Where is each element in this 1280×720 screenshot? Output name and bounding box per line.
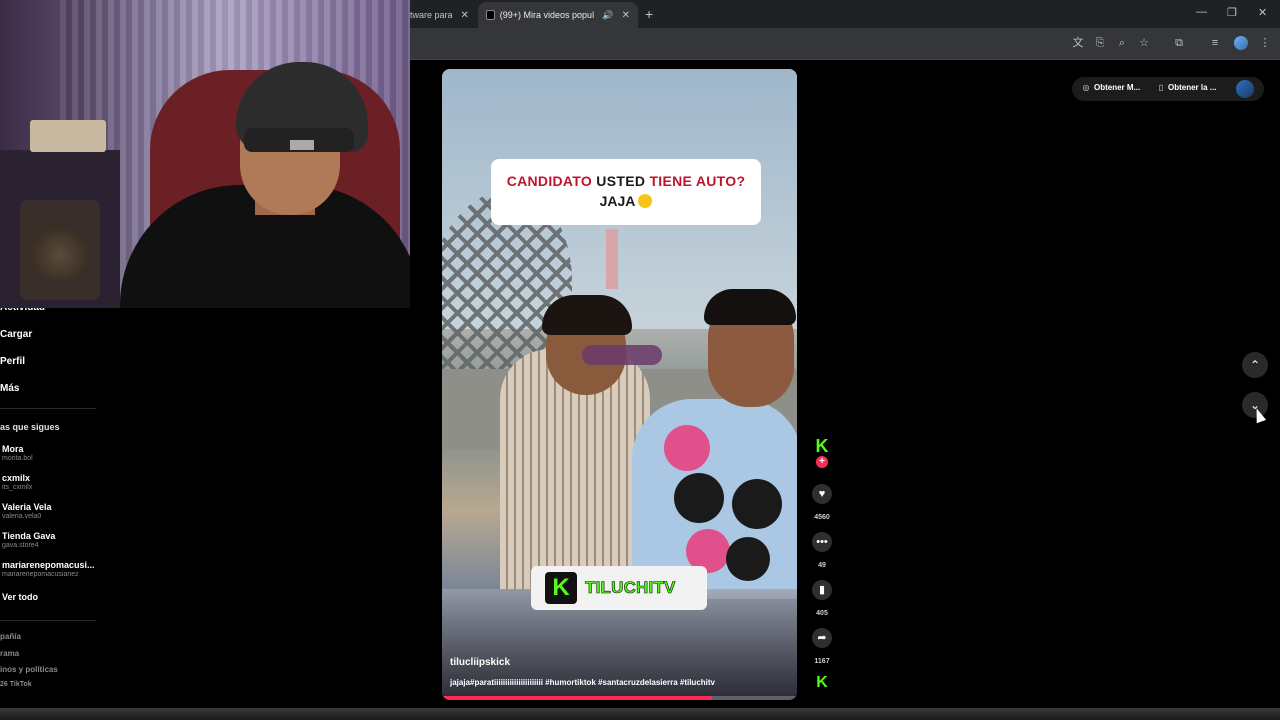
following-account[interactable]: Valeria Vela valeria.vela0	[2, 502, 52, 520]
video-player[interactable]: CANDIDATO USTED TIENE AUTO? JAJA K TILUC…	[442, 69, 797, 700]
maximize-button[interactable]: ❐	[1227, 6, 1237, 19]
heart-icon[interactable]: ♥	[812, 484, 832, 504]
get-coins-button[interactable]: Obtener M...	[1094, 83, 1140, 92]
divider	[0, 408, 96, 409]
footer-link[interactable]: inos y políticas	[0, 665, 58, 674]
webcam-overlay	[0, 0, 410, 308]
flower-garland	[726, 537, 770, 581]
caption-word: TIENE AUTO?	[649, 173, 746, 189]
video-description[interactable]: jajaja#paratiiiiiiiiiiiiiiiiiiiiii #humo…	[450, 678, 790, 687]
like-count: 4560	[814, 514, 830, 521]
chevron-up-icon[interactable]: ⌃	[1242, 352, 1268, 378]
video-left-hair	[542, 295, 632, 335]
flower-garland	[664, 425, 710, 471]
coin-icon: ◎	[1082, 83, 1090, 92]
star-icon[interactable]: ☆	[1137, 36, 1151, 50]
kick-banner: K TILUCHITV	[531, 566, 707, 610]
speaker-cone	[30, 225, 90, 285]
tab-title: tware para	[410, 10, 453, 20]
tab-title: (99+) Mira videos populares	[499, 10, 595, 20]
flower-garland	[732, 479, 782, 529]
video-right-hair	[704, 289, 796, 325]
footer-link[interactable]: rama	[0, 649, 19, 658]
flower-garland	[674, 473, 724, 523]
sidebar: Actividad Cargar Perfil Más as que sigue…	[0, 300, 100, 720]
new-tab-button[interactable]: +	[645, 6, 653, 22]
account-name: Valeria Vela	[2, 502, 52, 512]
comment-count: 49	[818, 562, 826, 569]
bookmark-icon[interactable]: ▮	[812, 580, 832, 600]
phone-icon: ▯	[1158, 83, 1164, 92]
share-icon[interactable]: ➦	[812, 628, 832, 648]
close-icon[interactable]: ✕	[622, 10, 630, 21]
divider	[0, 620, 96, 621]
user-avatar[interactable]	[1236, 80, 1254, 98]
retro-console	[30, 120, 106, 152]
translate-icon[interactable]: 文	[1071, 36, 1085, 50]
account-name: cxmilx	[2, 473, 31, 483]
follow-button[interactable]: +	[816, 456, 828, 468]
save-count: 405	[816, 610, 828, 617]
speaker-icon[interactable]: 🔊	[602, 10, 613, 21]
video-statue	[606, 229, 618, 289]
video-author[interactable]: tilucliipskick	[450, 657, 510, 668]
minimize-button[interactable]: —	[1196, 6, 1207, 18]
see-all-link[interactable]: Ver todo	[2, 592, 38, 602]
video-sunglasses	[582, 345, 662, 365]
following-account[interactable]: cxmilx its_cxmilx	[2, 473, 32, 491]
sidebar-item-more[interactable]: Más	[0, 383, 19, 394]
sidebar-item-upload[interactable]: Cargar	[0, 329, 32, 340]
caption-word: USTED	[596, 173, 646, 189]
video-progress-fill	[442, 696, 712, 700]
laughing-emoji-icon	[638, 194, 653, 208]
get-app-button[interactable]: Obtener la ...	[1168, 83, 1216, 92]
caption-word: JAJA	[599, 193, 636, 209]
copyright: 26 TikTok	[0, 681, 32, 688]
following-account[interactable]: Mora morita.bol	[2, 444, 33, 462]
account-handle: valeria.vela0	[2, 513, 42, 520]
music-disc-icon[interactable]: K	[813, 674, 831, 692]
caption-word: CANDIDATO	[506, 173, 593, 189]
tab-software[interactable]: tware para ✕	[402, 2, 480, 28]
taskbar-strip	[0, 708, 1280, 720]
account-handle: its_cxmilx	[2, 484, 33, 491]
share-count: 1167	[814, 658, 830, 665]
account-name: Mora	[2, 444, 24, 454]
tab-tiktok[interactable]: (99+) Mira videos populares 🔊 ✕	[478, 2, 638, 28]
tiktok-icon	[486, 10, 495, 20]
account-handle: morita.bol	[2, 455, 33, 462]
video-caption-box: CANDIDATO USTED TIENE AUTO? JAJA	[491, 159, 761, 225]
kick-channel-name: TILUCHITV	[585, 578, 676, 598]
following-account[interactable]: mariarenepomacusi... mariarenepomacusian…	[2, 560, 95, 578]
menu-icon[interactable]: ⋮	[1258, 36, 1272, 50]
extensions-icon[interactable]: ⧉	[1172, 36, 1186, 50]
zoom-icon[interactable]: ⌕	[1115, 36, 1129, 50]
creator-avatar[interactable]: K	[812, 436, 832, 456]
account-name: Tienda Gava	[2, 531, 56, 541]
window-close-button[interactable]: ✕	[1258, 6, 1267, 19]
get-app-bar: ◎ Obtener M... ▯ Obtener la ...	[1072, 77, 1264, 101]
close-icon[interactable]: ✕	[461, 10, 469, 21]
footer-link[interactable]: pañía	[0, 632, 21, 641]
following-account[interactable]: Tienda Gava gava.store4	[2, 531, 55, 549]
sidebar-item-profile[interactable]: Perfil	[0, 356, 25, 367]
account-name: mariarenepomacusi...	[2, 560, 95, 570]
install-app-icon[interactable]: ⎘	[1093, 36, 1107, 50]
video-progress-bar[interactable]	[442, 696, 797, 700]
media-control-icon[interactable]: ≡	[1208, 36, 1222, 50]
following-title: as que sigues	[0, 422, 60, 432]
comment-icon[interactable]: •••	[812, 532, 832, 552]
account-handle: gava.store4	[2, 542, 39, 549]
cap-strap	[290, 140, 314, 150]
account-handle: mariarenepomacusianez	[2, 571, 79, 578]
profile-avatar[interactable]	[1234, 36, 1248, 50]
kick-logo-icon: K	[545, 572, 577, 604]
screen: tware para ✕ (99+) Mira videos populares…	[0, 0, 1280, 720]
